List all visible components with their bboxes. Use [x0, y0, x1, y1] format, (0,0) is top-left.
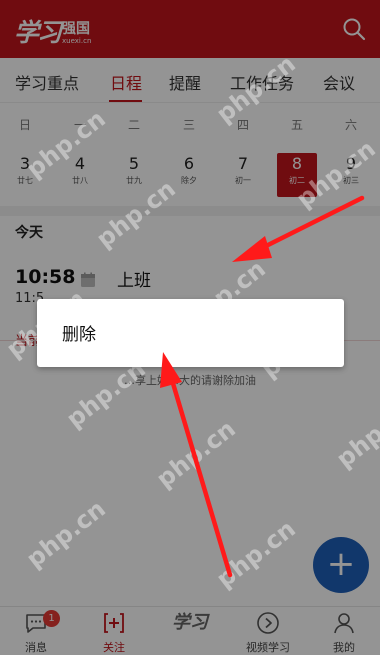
delete-menu-item[interactable]: 删除	[62, 320, 96, 345]
context-menu-dialog: 删除	[37, 299, 344, 367]
app-screen: 学习 强国 xuexi.cn 学习重点 日程 提醒 工作任务 会议 日 一 二 …	[0, 0, 380, 655]
